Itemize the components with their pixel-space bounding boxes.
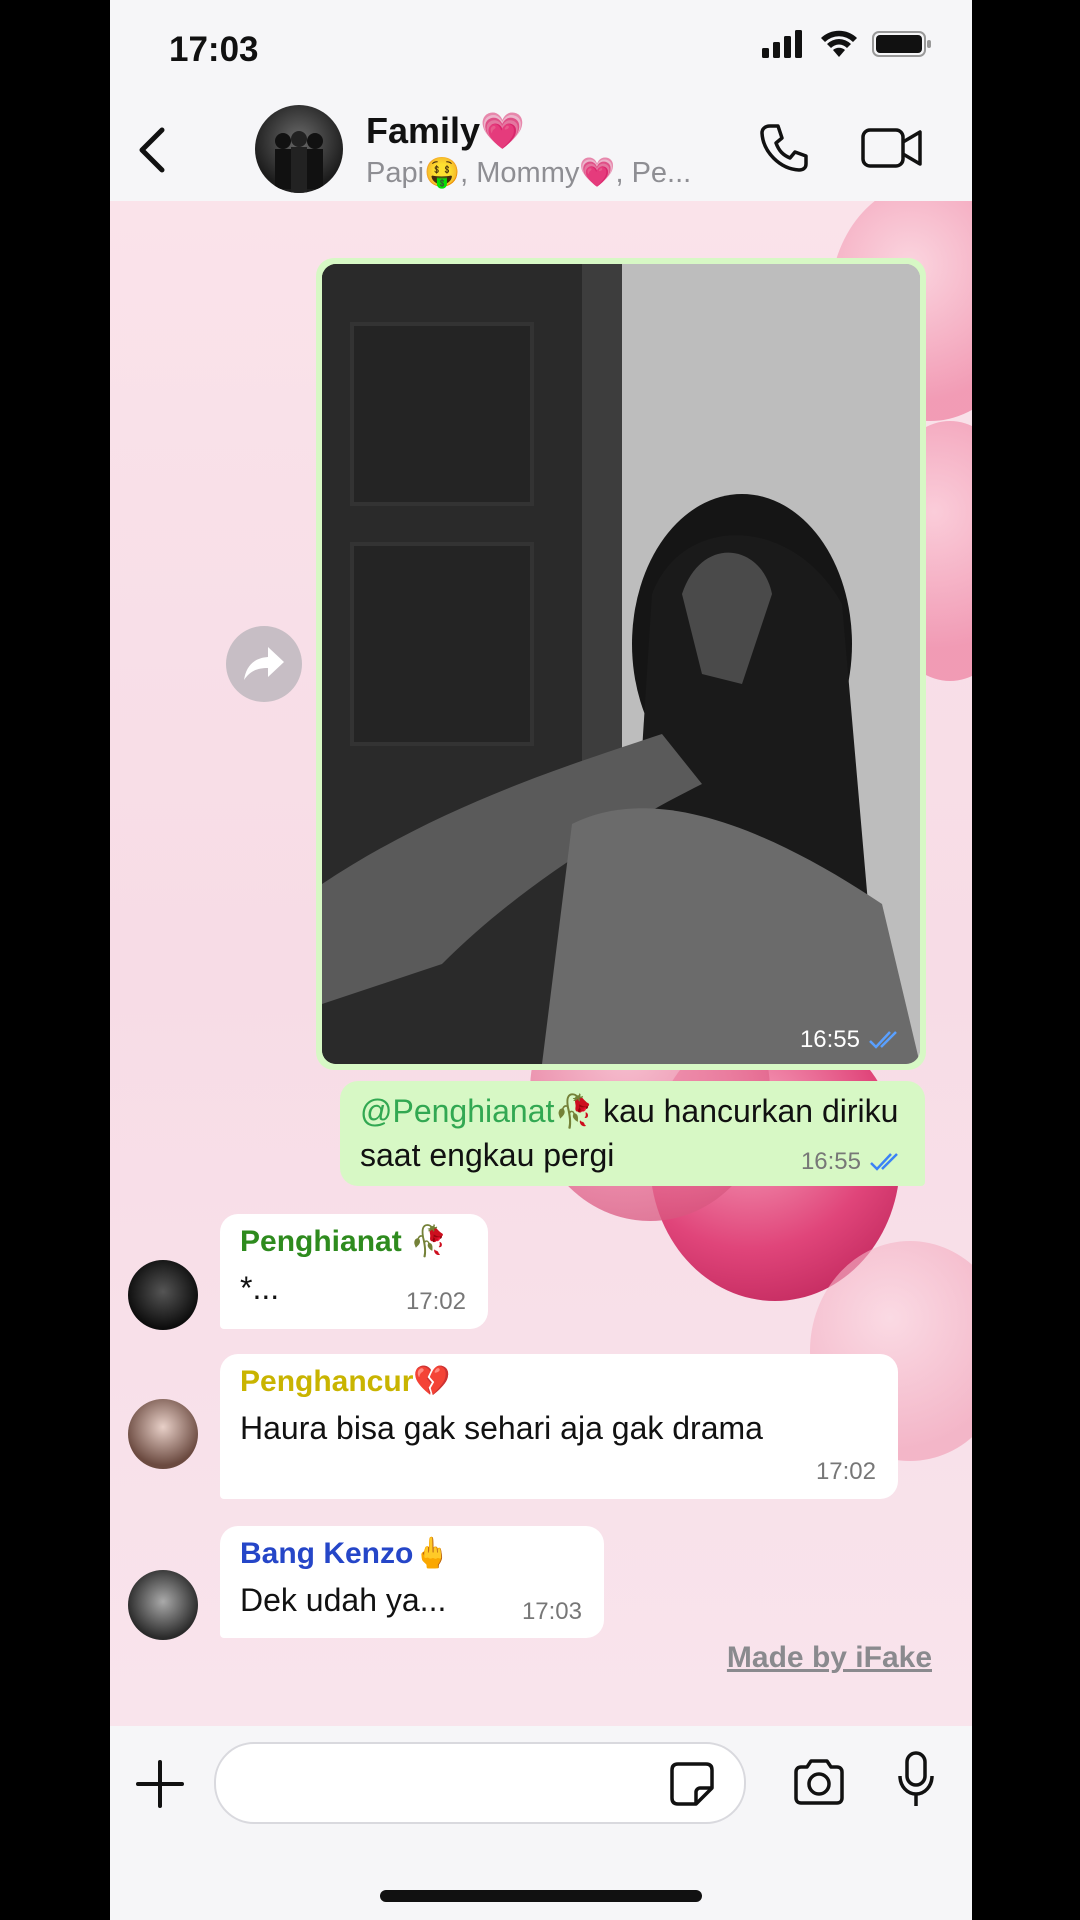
sender-name[interactable]: Penghancur💔 [240, 1364, 451, 1399]
outgoing-meta: 16:55 [801, 1148, 903, 1176]
group-avatar[interactable] [255, 105, 343, 193]
message-time: 17:02 [405, 1288, 466, 1315]
outgoing-time: 16:55 [800, 1148, 861, 1175]
chat-title[interactable]: Family💗 [366, 110, 525, 152]
forward-arrow-icon [244, 647, 284, 680]
mention-link[interactable]: @Penghianat🥀 [360, 1093, 594, 1129]
message-input[interactable] [214, 1742, 746, 1824]
sticker-icon[interactable] [668, 1760, 716, 1808]
image-time: 16:55 [799, 1026, 860, 1053]
read-ticks-icon [869, 1031, 897, 1049]
back-chevron-icon[interactable] [132, 124, 172, 176]
battery-icon [872, 31, 931, 57]
message-bubble[interactable]: Penghianat 🥀 *... 17:02 [220, 1214, 488, 1329]
phone-screen: 17:03 Family💗 Papi🤑, Mommy💗, Pe... 16:55… [110, 0, 972, 1920]
camera-icon[interactable] [792, 1758, 846, 1806]
forward-button[interactable] [226, 626, 302, 702]
signal-icon [762, 30, 802, 58]
sender-avatar[interactable] [128, 1570, 198, 1640]
message-time: 17:02 [815, 1458, 876, 1485]
plus-icon[interactable] [134, 1758, 186, 1810]
sender-avatar[interactable] [128, 1399, 198, 1469]
sender-name[interactable]: Bang Kenzo🖕 [240, 1536, 451, 1571]
status-time: 17:03 [169, 30, 259, 69]
message-text: *... [240, 1270, 280, 1306]
image-meta: 16:55 [800, 1026, 902, 1054]
sender-name[interactable]: Penghianat 🥀 [240, 1224, 447, 1259]
read-ticks-icon [870, 1153, 898, 1171]
home-indicator[interactable] [380, 1890, 702, 1902]
status-bar: 17:03 [110, 0, 972, 100]
message-text: Dek udah ya... [240, 1582, 447, 1618]
image-message[interactable]: 16:55 [316, 258, 926, 1070]
message-photo[interactable]: 16:55 [322, 264, 920, 1064]
chat-members[interactable]: Papi🤑, Mommy💗, Pe... [366, 156, 726, 190]
message-bubble[interactable]: Bang Kenzo🖕 Dek udah ya... 17:03 [220, 1526, 604, 1638]
microphone-icon[interactable] [896, 1750, 936, 1810]
watermark-link[interactable]: Made by iFake [727, 1641, 932, 1675]
outgoing-message[interactable]: @Penghianat🥀 kau hancurkan diriku saat e… [340, 1081, 925, 1186]
message-bubble[interactable]: Penghancur💔 Haura bisa gak sehari aja ga… [220, 1354, 898, 1499]
chat-header: Family💗 Papi🤑, Mommy💗, Pe... [110, 100, 972, 201]
message-input-bar [110, 1726, 972, 1920]
video-call-icon[interactable] [860, 124, 924, 172]
photo-artwork [322, 264, 920, 1064]
status-icons [762, 30, 932, 58]
message-time: 17:03 [521, 1598, 582, 1625]
wifi-icon [821, 30, 857, 57]
sender-avatar[interactable] [128, 1260, 198, 1330]
message-text: Haura bisa gak sehari aja gak drama [240, 1410, 763, 1446]
phone-call-icon[interactable] [758, 122, 810, 174]
chat-area[interactable]: 16:55 @Penghianat🥀 kau hancurkan diriku … [110, 201, 972, 1726]
